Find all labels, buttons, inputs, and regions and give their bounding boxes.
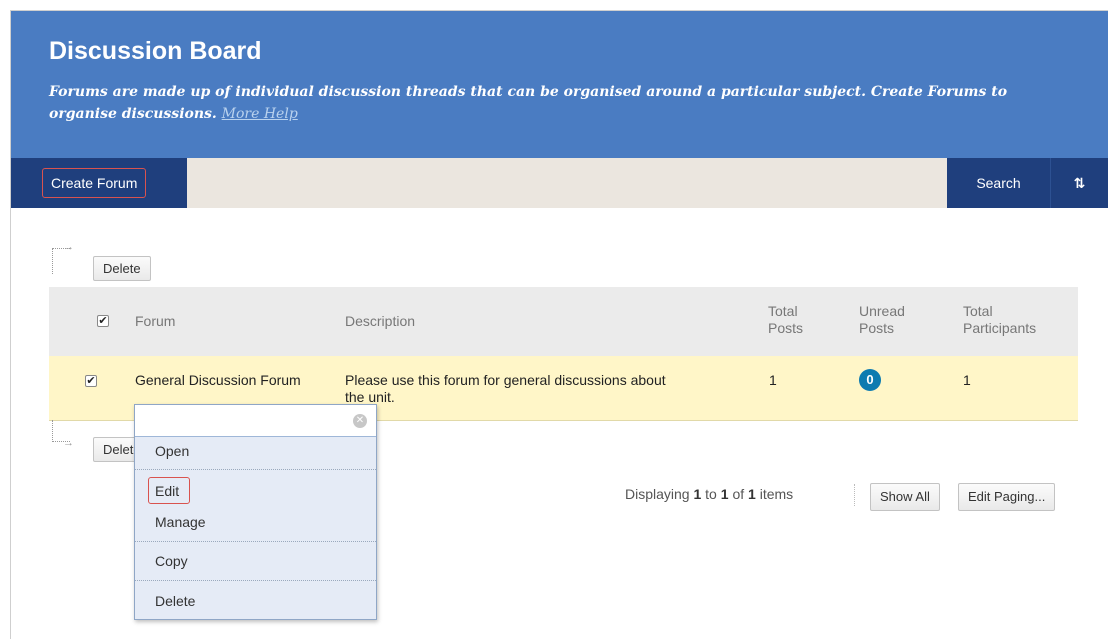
total-posts-value: 1: [769, 372, 777, 388]
column-unread-posts[interactable]: Unread Posts: [859, 303, 905, 337]
arrow-right-icon: →: [63, 241, 74, 253]
paging-of-word: of: [732, 486, 745, 502]
menu-divider: [135, 469, 376, 470]
paging-total: 1: [748, 486, 756, 502]
context-menu-header: ✕: [135, 405, 376, 437]
column-description[interactable]: Description: [345, 313, 415, 330]
more-help-link[interactable]: More Help: [222, 106, 298, 122]
column-forum[interactable]: Forum: [135, 313, 175, 330]
paging-prefix: Displaying: [625, 486, 690, 502]
context-menu: ✕ Open Edit Manage Copy Delete: [134, 404, 377, 620]
column-total-participants-line1: Total: [963, 303, 993, 319]
column-total-posts[interactable]: Total Posts: [768, 303, 803, 337]
menu-divider: [135, 580, 376, 581]
page-title: Discussion Board: [49, 37, 262, 65]
row-checkbox[interactable]: ✔: [85, 375, 97, 387]
description-text: Forums are made up of individual discuss…: [49, 84, 1008, 122]
column-unread-posts-line2: Posts: [859, 320, 895, 336]
paging-suffix: items: [759, 486, 794, 502]
column-total-participants-line2: Participants: [963, 320, 1037, 336]
column-total-posts-line1: Total: [768, 303, 798, 319]
paging-summary: Displaying 1 to 1 of 1 items: [625, 486, 793, 502]
unread-posts-badge[interactable]: 0: [859, 369, 881, 391]
action-bar-left: Create Forum: [11, 158, 187, 208]
show-all-button[interactable]: Show All: [870, 483, 940, 511]
menu-item-open[interactable]: Open: [155, 443, 189, 459]
select-arrow-bottom: →: [52, 420, 74, 449]
close-icon[interactable]: ✕: [353, 414, 367, 428]
column-total-posts-line2: Posts: [768, 320, 804, 336]
paging-to: 1: [720, 486, 729, 502]
menu-item-manage[interactable]: Manage: [155, 514, 206, 530]
menu-item-delete[interactable]: Delete: [155, 593, 195, 609]
menu-divider: [135, 541, 376, 542]
arrow-right-icon: →: [63, 437, 74, 449]
delete-button-top[interactable]: Delete: [93, 256, 151, 281]
sort-icon[interactable]: ⇅: [1050, 158, 1108, 208]
menu-item-copy[interactable]: Copy: [155, 553, 188, 569]
forum-description-line2: the unit.: [345, 389, 395, 405]
table-header: ✔ Forum Description Total Posts Unread P…: [49, 287, 1078, 356]
forum-link[interactable]: General Discussion Forum: [135, 372, 301, 389]
paging-divider: [854, 484, 855, 506]
action-bar: Create Forum Search ⇅: [11, 158, 1108, 208]
menu-item-edit[interactable]: Edit: [155, 483, 179, 499]
search-button[interactable]: Search: [947, 158, 1050, 208]
page-description: Forums are made up of individual discuss…: [49, 81, 1059, 125]
create-forum-button[interactable]: Create Forum: [42, 168, 147, 198]
page-header: Discussion Board Forums are made up of i…: [11, 11, 1108, 158]
total-participants-value: 1: [963, 372, 971, 388]
column-total-participants[interactable]: Total Participants: [963, 303, 1036, 337]
paging-from: 1: [693, 486, 702, 502]
forum-description: Please use this forum for general discus…: [345, 372, 745, 406]
forum-description-line1: Please use this forum for general discus…: [345, 372, 666, 388]
column-unread-posts-line1: Unread: [859, 303, 905, 319]
paging-to-word: to: [705, 486, 717, 502]
select-all-checkbox[interactable]: ✔: [97, 315, 109, 327]
edit-paging-button[interactable]: Edit Paging...: [958, 483, 1056, 511]
select-arrow-top: →: [52, 241, 74, 274]
